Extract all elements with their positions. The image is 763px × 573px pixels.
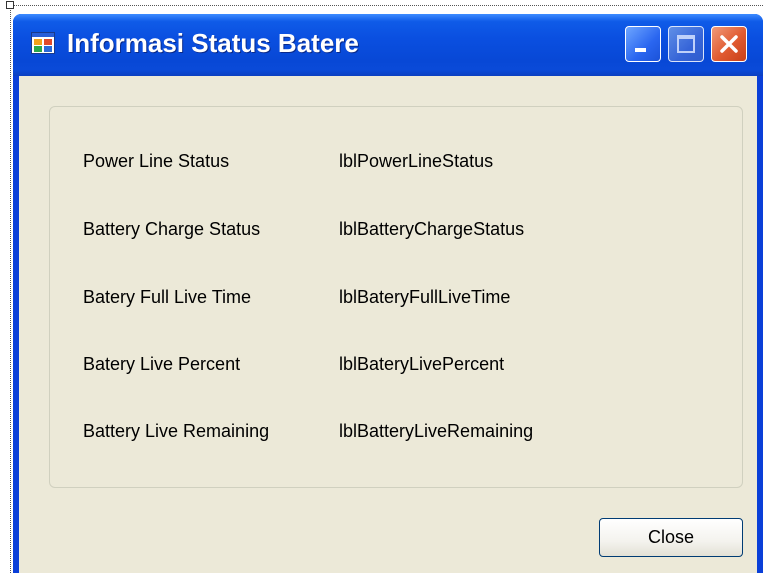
app-window-icon [31,32,55,54]
close-window-button[interactable] [711,26,747,62]
minimize-icon [635,48,646,52]
power-line-status-label: Power Line Status [83,151,230,171]
maximize-button[interactable] [668,26,704,62]
selection-handle[interactable] [6,1,14,9]
batery-full-live-time-label: Batery Full Live Time [83,287,252,307]
maximize-icon [677,35,695,53]
window-title: Informasi Status Batere [67,28,359,58]
batery-live-percent-value: lblBateryLivePercent [339,354,505,374]
designer-canvas: Informasi Status Batere Power Line Statu… [0,0,763,573]
battery-live-remaining-value: lblBatteryLiveRemaining [339,421,534,441]
title-bar[interactable]: Informasi Status Batere [13,14,763,76]
status-group-box: Power Line Status lblPowerLineStatus Bat… [49,106,743,488]
selection-outline-top [10,5,763,6]
power-line-status-value: lblPowerLineStatus [339,151,494,171]
minimize-button[interactable] [625,26,661,62]
battery-status-window: Informasi Status Batere Power Line Statu… [13,14,763,573]
close-icon [720,35,738,53]
batery-live-percent-label: Batery Live Percent [83,354,241,374]
selection-outline-left [10,5,11,573]
battery-charge-status-value: lblBatteryChargeStatus [339,219,525,239]
battery-charge-status-label: Battery Charge Status [83,219,261,239]
batery-full-live-time-value: lblBateryFullLiveTime [339,287,511,307]
window-client-area: Power Line Status lblPowerLineStatus Bat… [19,76,757,573]
battery-live-remaining-label: Battery Live Remaining [83,421,270,441]
close-button[interactable]: Close [599,518,743,557]
